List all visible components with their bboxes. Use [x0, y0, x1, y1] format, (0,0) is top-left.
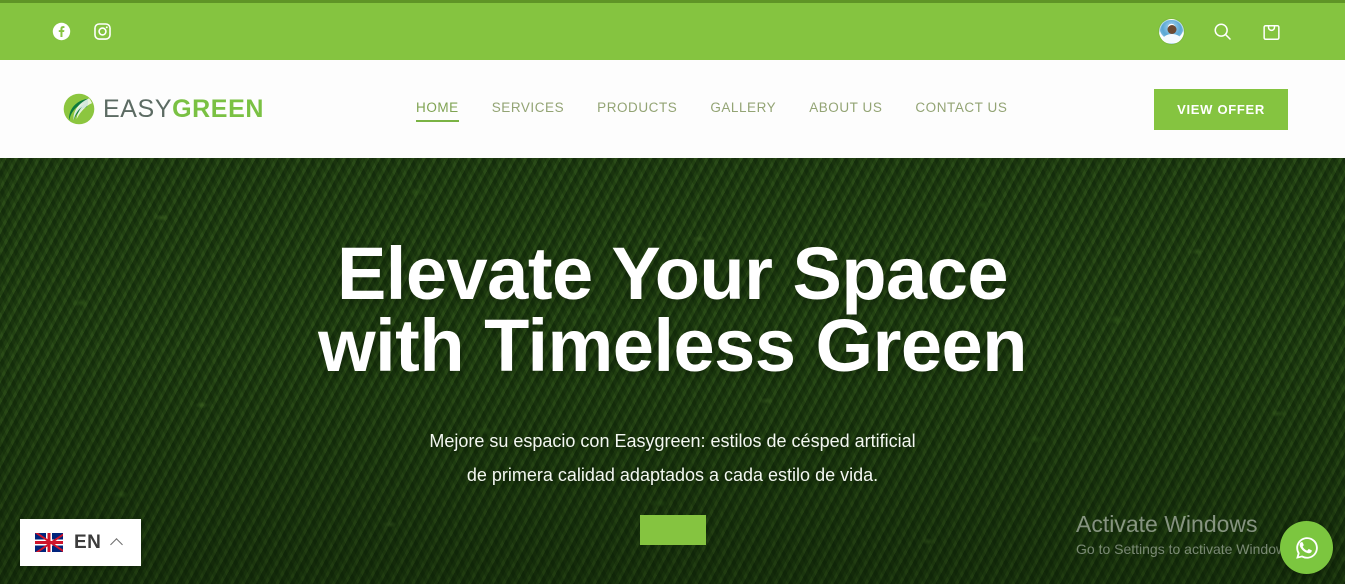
- language-code: EN: [74, 531, 102, 553]
- hero-title: Elevate Your Space with Timeless Green: [318, 237, 1027, 383]
- view-offer-button[interactable]: VIEW OFFER: [1154, 88, 1288, 130]
- logo-text-green: GREEN: [172, 94, 265, 123]
- logo-text-easy: EASY: [103, 94, 173, 123]
- main-navigation: HOME SERVICES PRODUCTS GALLERY ABOUT US …: [416, 100, 1007, 122]
- leaf-logo-icon: [62, 92, 96, 126]
- hero-title-line-1: Elevate Your Space: [336, 232, 1009, 315]
- shopping-bag-icon[interactable]: [1260, 21, 1282, 43]
- hero-subtitle: Mejore su espacio con Easygreen: estilos…: [429, 424, 915, 492]
- nav-item-about-us[interactable]: ABOUT US: [809, 100, 882, 119]
- hero-subtitle-line-2: de primera calidad adaptados a cada esti…: [466, 464, 879, 485]
- chevron-up-icon: [110, 537, 124, 551]
- avatar[interactable]: [1159, 19, 1184, 44]
- whatsapp-chat-button[interactable]: [1280, 521, 1333, 574]
- topbar-actions: [1159, 19, 1315, 44]
- nav-item-contact-us[interactable]: CONTACT US: [915, 100, 1007, 119]
- hero-cta-button[interactable]: [639, 514, 706, 545]
- nav-item-products[interactable]: PRODUCTS: [597, 100, 677, 119]
- social-links: [52, 22, 112, 41]
- flag-diagonals: [35, 533, 63, 552]
- hero-content: Elevate Your Space with Timeless Green M…: [0, 158, 1345, 584]
- nav-item-gallery[interactable]: GALLERY: [710, 100, 776, 119]
- facebook-icon[interactable]: [52, 22, 71, 41]
- hero-section: Elevate Your Space with Timeless Green M…: [0, 158, 1345, 584]
- search-icon[interactable]: [1211, 21, 1233, 43]
- site-header: EASYGREEN HOME SERVICES PRODUCTS GALLERY…: [0, 60, 1345, 158]
- nav-item-services[interactable]: SERVICES: [492, 100, 564, 119]
- hero-title-line-2: with Timeless Green: [318, 303, 1027, 387]
- language-selector[interactable]: EN: [20, 519, 141, 566]
- nav-item-home[interactable]: HOME: [416, 100, 459, 122]
- top-utility-bar: [0, 3, 1345, 60]
- site-logo[interactable]: EASYGREEN: [62, 92, 264, 126]
- whatsapp-icon: [1295, 536, 1318, 559]
- logo-wordmark: EASYGREEN: [103, 94, 265, 123]
- instagram-icon[interactable]: [93, 22, 112, 41]
- uk-flag-icon: [35, 533, 63, 552]
- hero-subtitle-line-1: Mejore su espacio con Easygreen: estilos…: [429, 430, 916, 451]
